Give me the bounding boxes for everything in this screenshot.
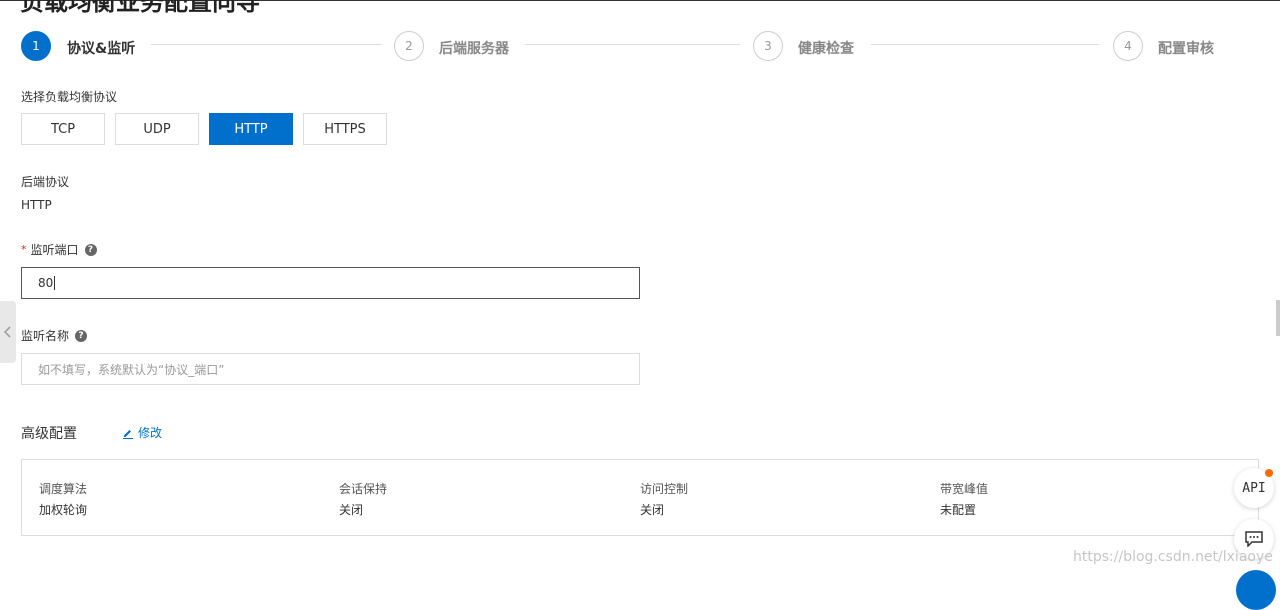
chevron-left-icon [4, 326, 11, 338]
protocol-https-button[interactable]: HTTPS [303, 113, 387, 145]
protocol-http-button[interactable]: HTTP [209, 113, 293, 145]
chat-icon [1245, 531, 1263, 547]
step-1-circle: 1 [21, 31, 51, 61]
backend-protocol-label: 后端协议 [21, 175, 70, 189]
step-connector [151, 44, 381, 45]
required-mark: * [21, 243, 27, 256]
page-title: 负载均衡业务配置向导 [20, 0, 260, 16]
text-cursor [54, 276, 56, 290]
listen-port-input[interactable]: 80 [21, 267, 640, 299]
bandwidth-peak-value: 未配置 [940, 503, 977, 517]
access-control-value: 关闭 [640, 503, 665, 517]
backend-protocol-value: HTTP [21, 198, 52, 212]
session-persistence-value: 关闭 [339, 503, 364, 517]
protocol-udp-button[interactable]: UDP [115, 113, 199, 145]
scrollbar-thumb[interactable] [1276, 300, 1280, 336]
listen-name-label: 监听名称 [21, 329, 70, 343]
advanced-config-title: 高级配置 [21, 426, 77, 442]
api-label: API [1242, 480, 1266, 496]
step-connector [525, 44, 740, 45]
help-float-button[interactable] [1236, 570, 1276, 610]
watermark: https://blog.csdn.net/lxiaoye [1073, 549, 1273, 565]
scheduling-algorithm-value: 加权轮询 [39, 503, 88, 517]
access-control-label: 访问控制 [640, 482, 689, 496]
sidebar-collapse-tab[interactable] [0, 301, 16, 363]
listen-name-label-row: 监听名称 ? [21, 327, 88, 344]
step-2-label: 后端服务器 [439, 41, 509, 57]
edit-advanced-link[interactable]: 修改 [122, 424, 162, 441]
help-icon[interactable]: ? [75, 329, 88, 342]
step-3-label: 健康检查 [798, 41, 854, 57]
advanced-config-panel [21, 459, 1259, 536]
step-4-circle: 4 [1113, 31, 1143, 61]
protocol-label: 选择负载均衡协议 [21, 90, 118, 104]
notification-dot [1265, 469, 1273, 477]
listen-name-input[interactable]: 如不填写，系统默认为“协议_端口” [21, 353, 640, 385]
listen-port-value: 80 [38, 276, 54, 290]
listen-port-label-row: * 监听端口 ? [21, 241, 97, 258]
scheduling-algorithm-label: 调度算法 [39, 482, 88, 496]
step-connector [871, 44, 1099, 45]
pencil-icon [123, 429, 133, 439]
step-3-circle: 3 [753, 31, 783, 61]
listen-port-label: 监听端口 [30, 243, 79, 257]
step-2-circle: 2 [394, 31, 424, 61]
session-persistence-label: 会话保持 [339, 482, 388, 496]
help-icon[interactable]: ? [84, 243, 97, 256]
bandwidth-peak-label: 带宽峰值 [940, 482, 989, 496]
protocol-tcp-button[interactable]: TCP [21, 113, 105, 145]
step-1-label: 协议&监听 [67, 41, 136, 57]
edit-advanced-label: 修改 [138, 426, 163, 440]
step-4-label: 配置审核 [1158, 41, 1214, 57]
listen-name-placeholder: 如不填写，系统默认为“协议_端口” [38, 362, 225, 377]
